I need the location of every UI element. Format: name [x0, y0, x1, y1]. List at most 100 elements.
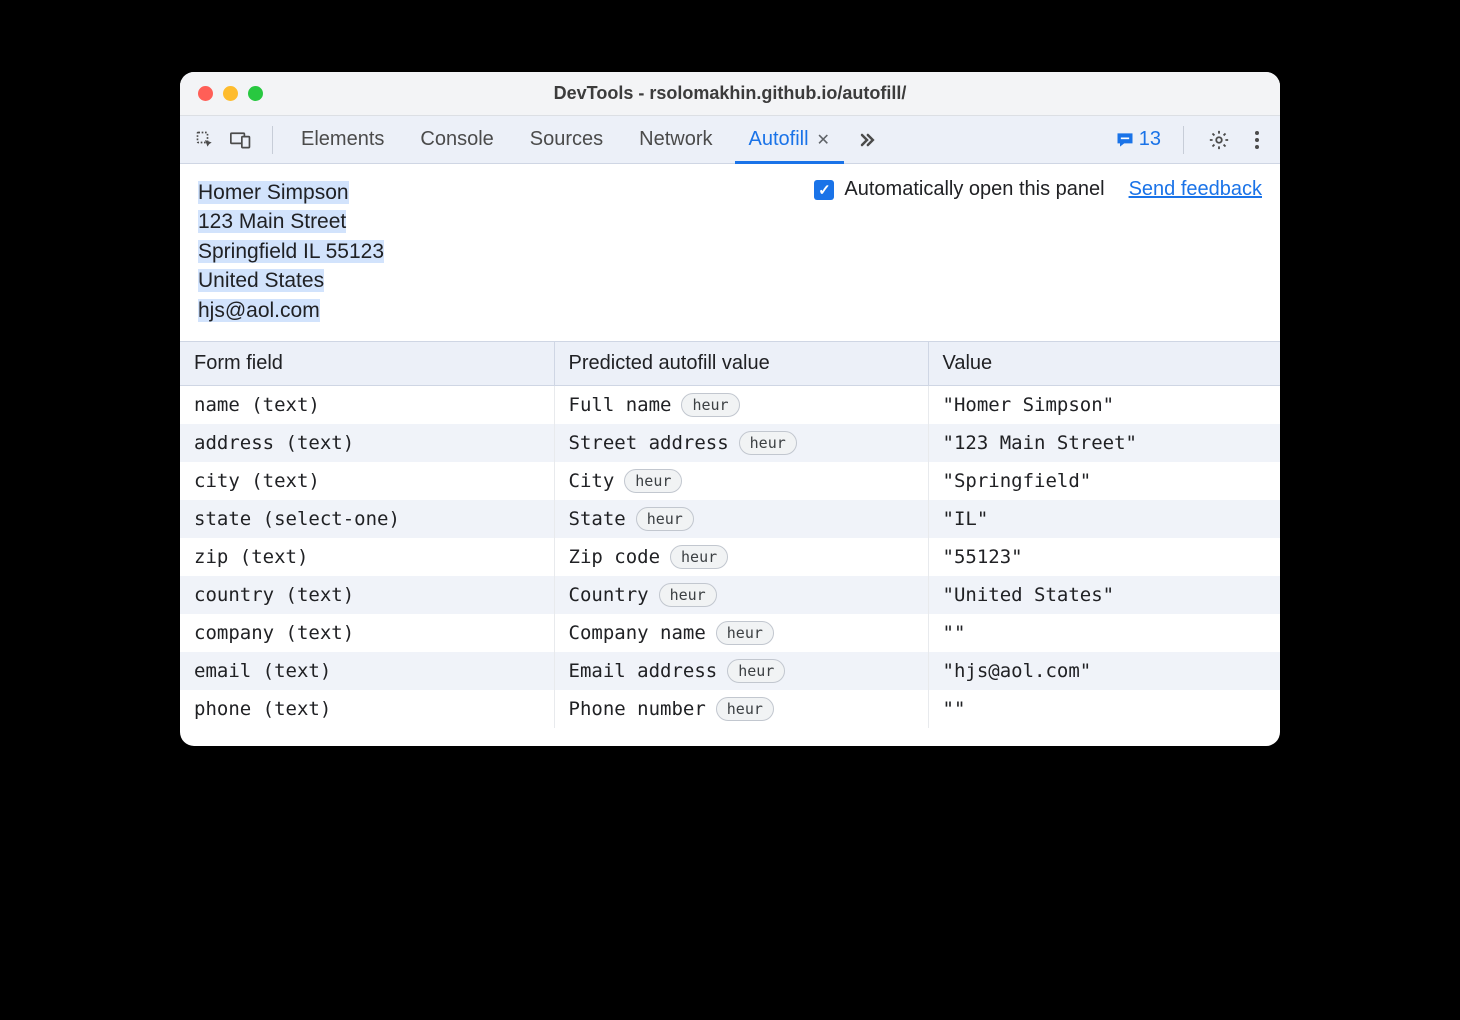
- predicted-label: Zip code: [569, 546, 661, 568]
- cell-value: "123 Main Street": [928, 424, 1280, 462]
- tab-elements[interactable]: Elements: [283, 116, 402, 163]
- heur-badge: heur: [716, 697, 774, 721]
- toolbar-divider: [1183, 126, 1184, 154]
- cell-predicted: Country heur: [554, 576, 928, 614]
- table-row[interactable]: country (text) Country heur "United States": [180, 576, 1280, 614]
- cell-form-field: name (text): [180, 385, 554, 424]
- minimize-window-button[interactable]: [223, 86, 238, 101]
- col-predicted[interactable]: Predicted autofill value: [554, 341, 928, 385]
- table-row[interactable]: address (text)Street addressheur"123 Mai…: [180, 424, 1280, 462]
- cell-predicted: Phone number heur: [554, 690, 928, 728]
- cell-form-field: state (select-one): [180, 500, 554, 538]
- heur-badge: heur: [636, 507, 694, 531]
- cell-predicted: Email address heur: [554, 652, 928, 690]
- tab-console[interactable]: Console: [402, 116, 511, 163]
- cell-value: "United States": [928, 576, 1280, 614]
- table-row[interactable]: phone (text) Phone number heur "": [180, 690, 1280, 728]
- tab-label: Autofill: [749, 128, 809, 151]
- autofill-address-preview: Homer Simpson 123 Main Street Springfiel…: [198, 178, 384, 325]
- cell-predicted: State heur: [554, 500, 928, 538]
- cell-form-field: phone (text): [180, 690, 554, 728]
- cell-value: "Springfield": [928, 462, 1280, 500]
- close-window-button[interactable]: [198, 86, 213, 101]
- predicted-label: State: [569, 508, 626, 530]
- traffic-lights: [180, 86, 263, 101]
- toolbar-divider: [272, 126, 273, 154]
- device-toolbar-icon[interactable]: [226, 125, 256, 155]
- table-row[interactable]: state (select-one) State heur "IL": [180, 500, 1280, 538]
- devtools-window: DevTools - rsolomakhin.github.io/autofil…: [180, 72, 1280, 746]
- predicted-label: Company name: [569, 622, 706, 644]
- predicted-label: Country: [569, 584, 649, 606]
- send-feedback-link[interactable]: Send feedback: [1129, 178, 1262, 201]
- address-line: United States: [198, 269, 324, 292]
- tab-network[interactable]: Network: [621, 116, 730, 163]
- cell-value: "": [928, 690, 1280, 728]
- cell-predicted: Zip code heur: [554, 538, 928, 576]
- close-tab-icon[interactable]: ✕: [817, 130, 830, 150]
- heur-badge: heur: [659, 583, 717, 607]
- tab-label: Sources: [530, 128, 603, 151]
- address-line: Homer Simpson: [198, 181, 349, 204]
- devtools-toolbar: Elements Console Sources Network Autofil…: [180, 116, 1280, 164]
- cell-form-field: address (text): [180, 424, 554, 462]
- cell-value: "55123": [928, 538, 1280, 576]
- cell-value: "IL": [928, 500, 1280, 538]
- autofill-table: Form field Predicted autofill value Valu…: [180, 341, 1280, 728]
- heur-badge: heur: [681, 393, 739, 417]
- table-row[interactable]: city (text)Cityheur"Springfield": [180, 462, 1280, 500]
- table-row[interactable]: email (text) Email address heur "hjs@aol.co…: [180, 652, 1280, 690]
- predicted-label: Full name: [569, 394, 672, 416]
- address-line: 123 Main Street: [198, 210, 346, 233]
- cell-value: "": [928, 614, 1280, 652]
- cell-form-field: city (text): [180, 462, 554, 500]
- devtools-tabs: Elements Console Sources Network Autofil…: [283, 116, 848, 163]
- panel-bottom-spacer: [180, 728, 1280, 746]
- toolbar-right: 13: [1115, 126, 1270, 154]
- cell-form-field: country (text): [180, 576, 554, 614]
- tab-sources[interactable]: Sources: [512, 116, 621, 163]
- tab-label: Elements: [301, 128, 384, 151]
- maximize-window-button[interactable]: [248, 86, 263, 101]
- address-line: Springfield IL 55123: [198, 240, 384, 263]
- col-value[interactable]: Value: [928, 341, 1280, 385]
- tab-autofill[interactable]: Autofill ✕: [731, 116, 848, 163]
- heur-badge: heur: [727, 659, 785, 683]
- cell-form-field: zip (text): [180, 538, 554, 576]
- issues-button[interactable]: 13: [1115, 128, 1161, 151]
- tab-label: Network: [639, 128, 712, 151]
- auto-open-checkbox[interactable]: ✓: [814, 180, 834, 200]
- table-row[interactable]: name (text) Full name heur "Homer Simpson": [180, 385, 1280, 424]
- predicted-label: Email address: [569, 660, 718, 682]
- cell-value: "hjs@aol.com": [928, 652, 1280, 690]
- table-row[interactable]: company (text) Company name heur "": [180, 614, 1280, 652]
- cell-form-field: email (text): [180, 652, 554, 690]
- heur-badge: heur: [624, 469, 682, 493]
- chat-icon: [1115, 130, 1135, 150]
- more-tabs-icon[interactable]: [852, 125, 882, 155]
- heur-badge: heur: [716, 621, 774, 645]
- inspect-element-icon[interactable]: [190, 125, 220, 155]
- table-header-row: Form field Predicted autofill value Valu…: [180, 341, 1280, 385]
- address-line: hjs@aol.com: [198, 299, 320, 322]
- auto-open-label: Automatically open this panel: [844, 178, 1104, 201]
- heur-badge: heur: [670, 545, 728, 569]
- tab-label: Console: [420, 128, 493, 151]
- settings-icon[interactable]: [1206, 127, 1232, 153]
- cell-predicted: Street addressheur: [554, 424, 928, 462]
- autofill-panel-header: Homer Simpson 123 Main Street Springfiel…: [180, 164, 1280, 341]
- cell-predicted: Company name heur: [554, 614, 928, 652]
- issues-count: 13: [1139, 128, 1161, 151]
- cell-predicted: Full name heur: [554, 385, 928, 424]
- predicted-label: Phone number: [569, 698, 706, 720]
- cell-predicted: Cityheur: [554, 462, 928, 500]
- titlebar: DevTools - rsolomakhin.github.io/autofil…: [180, 72, 1280, 116]
- cell-form-field: company (text): [180, 614, 554, 652]
- panel-options: ✓ Automatically open this panel Send fee…: [814, 178, 1262, 201]
- more-options-icon[interactable]: [1244, 127, 1270, 153]
- predicted-label: Street address: [569, 432, 729, 454]
- table-row[interactable]: zip (text) Zip code heur "55123": [180, 538, 1280, 576]
- window-title: DevTools - rsolomakhin.github.io/autofil…: [180, 83, 1280, 104]
- cell-value: "Homer Simpson": [928, 385, 1280, 424]
- col-form-field[interactable]: Form field: [180, 341, 554, 385]
